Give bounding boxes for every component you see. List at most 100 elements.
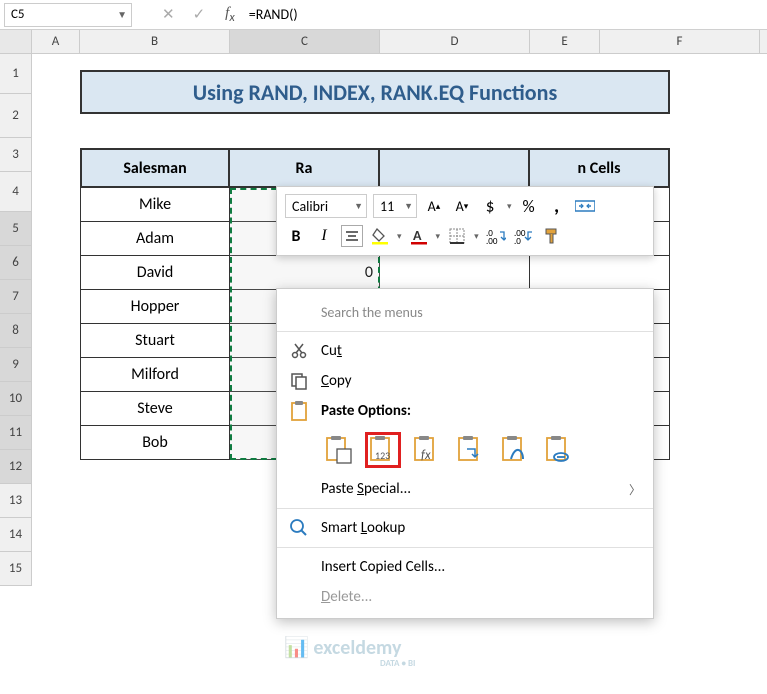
menu-insert-copied[interactable]: Insert Copied Cells...: [277, 552, 653, 582]
cancel-icon[interactable]: ✕: [162, 5, 175, 24]
th-salesman[interactable]: Salesman: [80, 148, 230, 188]
menu-smart-lookup-label: Smart Lookup: [321, 519, 641, 537]
menu-smart-lookup[interactable]: Smart Lookup: [277, 513, 653, 543]
row-header-14[interactable]: 14: [0, 518, 32, 552]
decrease-font-icon[interactable]: A▾: [451, 195, 473, 217]
fill-color-icon[interactable]: [369, 225, 391, 247]
row-header-11[interactable]: 11: [0, 416, 32, 450]
cell-salesman[interactable]: Milford: [80, 358, 230, 392]
row-header-15[interactable]: 15: [0, 552, 32, 586]
col-header-C[interactable]: C: [230, 30, 380, 53]
col-header-D[interactable]: D: [380, 30, 530, 53]
row-header-8[interactable]: 8: [0, 314, 32, 348]
col-header-E[interactable]: E: [530, 30, 600, 53]
cell-salary[interactable]: [380, 256, 530, 290]
borders-icon[interactable]: [446, 225, 468, 247]
th-salary[interactable]: [380, 148, 530, 188]
svg-text:.00: .00: [486, 236, 498, 244]
paste-transpose-icon[interactable]: [453, 432, 489, 468]
paste-formatting-icon[interactable]: [497, 432, 533, 468]
cell-random[interactable]: [530, 256, 670, 290]
row-header-9[interactable]: 9: [0, 348, 32, 382]
cell-rand[interactable]: 0: [230, 256, 380, 290]
col-header-F[interactable]: F: [600, 30, 760, 53]
smart-lookup-icon: [277, 518, 321, 538]
comma-format-icon[interactable]: ,: [546, 195, 568, 217]
menu-search-input[interactable]: Search the menus: [321, 299, 643, 325]
sheet-title: Using RAND, INDEX, RANK.EQ Functions: [80, 70, 670, 114]
menu-separator: [277, 547, 653, 548]
merge-center-icon[interactable]: [574, 195, 596, 217]
copy-icon: [277, 372, 321, 390]
menu-insert-label: Insert Copied Cells...: [321, 558, 641, 576]
cell-salesman[interactable]: Bob: [80, 426, 230, 460]
th-rc-text: n Cells: [578, 159, 621, 178]
row-header-10[interactable]: 10: [0, 382, 32, 416]
menu-paste-special-label: Paste Special...: [321, 480, 629, 498]
font-family-selector[interactable]: Calibri▼: [285, 194, 367, 218]
col-header-A[interactable]: A: [32, 30, 80, 53]
paste-values-icon[interactable]: 123: [365, 432, 401, 468]
name-box[interactable]: C5 ▼: [4, 3, 132, 27]
font-size-selector[interactable]: 11▼: [373, 194, 417, 218]
row-header-5[interactable]: 5: [0, 212, 32, 246]
paste-link-icon[interactable]: [541, 432, 577, 468]
row-header-12[interactable]: 12: [0, 450, 32, 484]
row-header-3[interactable]: 3: [0, 138, 32, 172]
formula-bar-input[interactable]: =RAND(): [249, 6, 298, 23]
accounting-format-icon[interactable]: $: [479, 195, 501, 217]
menu-copy[interactable]: Copy: [277, 366, 653, 396]
paste-options-label: Paste Options:: [321, 402, 411, 420]
increase-font-icon[interactable]: A▴: [423, 195, 445, 217]
menu-cut-label: Cut: [321, 342, 641, 360]
row-header-13[interactable]: 13: [0, 484, 32, 518]
menu-cut[interactable]: Cut: [277, 336, 653, 366]
col-header-B[interactable]: B: [80, 30, 230, 53]
th-random-cells[interactable]: n Cells: [530, 148, 670, 188]
clipboard-icon: [277, 400, 321, 422]
mini-toolbar: Calibri▼ 11▼ A▴ A▾ $ ▾ % , B I ▾ A ▾ ▾ .…: [276, 186, 654, 256]
cell-salesman[interactable]: Hopper: [80, 290, 230, 324]
paste-options-row: 123 fx: [277, 426, 653, 474]
menu-separator: [277, 508, 653, 509]
cell-salesman[interactable]: Mike: [80, 188, 230, 222]
font-color-icon[interactable]: A: [408, 225, 430, 247]
row-header-6[interactable]: 6: [0, 246, 32, 280]
menu-paste-special[interactable]: Paste Special... 〉: [277, 474, 653, 504]
bold-icon[interactable]: B: [285, 225, 307, 247]
align-center-icon[interactable]: [341, 225, 363, 247]
row-header-2[interactable]: 2: [0, 94, 32, 138]
percent-format-icon[interactable]: %: [518, 195, 540, 217]
column-headers: A B C D E F: [0, 30, 767, 54]
row-header-1[interactable]: 1: [0, 54, 32, 94]
row-header-7[interactable]: 7: [0, 280, 32, 314]
fx-icon[interactable]: fx: [225, 5, 235, 25]
svg-text:.0: .0: [514, 236, 521, 244]
select-all-triangle[interactable]: [0, 30, 32, 53]
svg-text:123: 123: [375, 449, 390, 462]
italic-icon[interactable]: I: [313, 225, 335, 247]
svg-text:A: A: [413, 227, 422, 244]
formula-bar-buttons: ✕ ✓: [162, 5, 205, 24]
table-header-row: Salesman Ra n Cells: [80, 148, 670, 188]
table-row: David 0: [80, 256, 670, 290]
paste-formulas-icon[interactable]: fx: [409, 432, 445, 468]
menu-delete-label: Delete...: [321, 588, 641, 606]
menu-delete[interactable]: Delete...: [277, 582, 653, 612]
cell-salesman[interactable]: Steve: [80, 392, 230, 426]
format-painter-icon[interactable]: [541, 225, 563, 247]
th-rand-text: Ra: [296, 159, 313, 178]
scissors-icon: [277, 342, 321, 360]
decrease-decimal-icon[interactable]: .00.0: [513, 225, 535, 247]
paste-all-icon[interactable]: [321, 432, 357, 468]
formula-bar-area: C5 ▼ ✕ ✓ fx =RAND(): [0, 0, 767, 30]
enter-icon[interactable]: ✓: [193, 5, 206, 24]
increase-decimal-icon[interactable]: .0.00: [485, 225, 507, 247]
cell-salesman[interactable]: David: [80, 256, 230, 290]
cell-salesman[interactable]: Stuart: [80, 324, 230, 358]
svg-text:fx: fx: [421, 448, 431, 463]
cell-salesman[interactable]: Adam: [80, 222, 230, 256]
th-rand[interactable]: Ra: [230, 148, 380, 188]
row-header-4[interactable]: 4: [0, 172, 32, 212]
name-box-dropdown-icon[interactable]: ▼: [117, 8, 127, 21]
